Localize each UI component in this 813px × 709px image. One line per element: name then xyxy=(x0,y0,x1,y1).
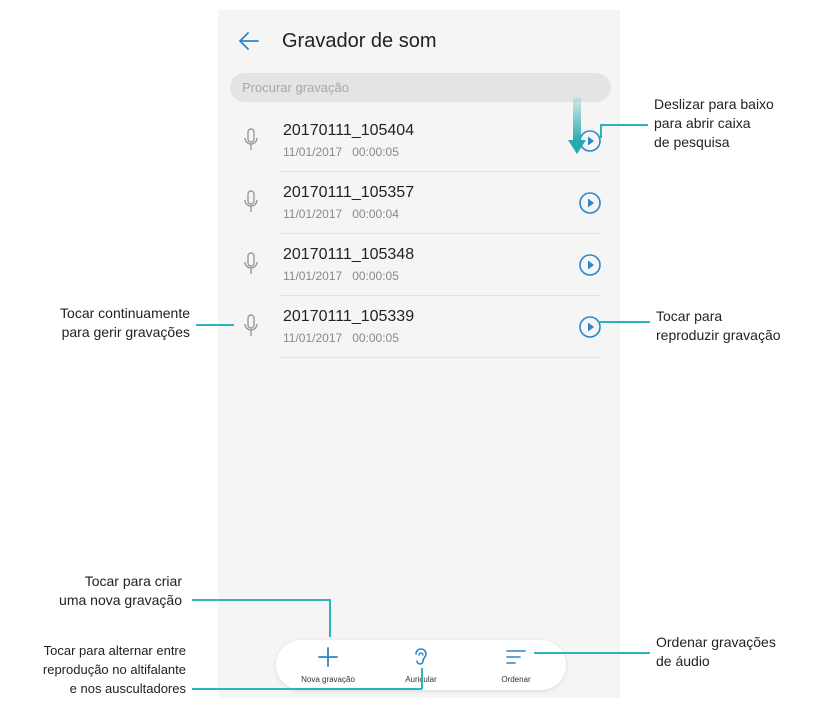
callout-line-text: para abrir caixa xyxy=(654,115,751,131)
plus-icon xyxy=(318,647,338,667)
page-title: Gravador de som xyxy=(282,30,437,52)
callout-line xyxy=(196,324,234,326)
back-arrow-icon[interactable] xyxy=(236,28,262,54)
microphone-icon xyxy=(244,128,258,150)
microphone-icon xyxy=(244,252,258,274)
callout-line xyxy=(329,599,331,637)
recording-date: 11/01/2017 xyxy=(283,331,343,345)
sort-icon xyxy=(506,650,526,664)
recording-meta: 11/01/2017 00:00:05 xyxy=(283,145,399,159)
callout-line-text: reprodução no altifalante xyxy=(42,662,186,677)
recording-meta: 11/01/2017 00:00:05 xyxy=(283,269,399,283)
callout-line xyxy=(598,321,650,323)
recording-meta: 11/01/2017 00:00:04 xyxy=(283,207,399,221)
callout-new-recording: Tocar para criar uma nova gravação xyxy=(0,572,182,610)
callout-line xyxy=(600,124,602,138)
callout-line-text: uma nova gravação xyxy=(59,592,182,608)
search-input[interactable] xyxy=(230,73,582,102)
list-item[interactable]: 20170111_105357 11/01/2017 00:00:04 xyxy=(218,172,620,234)
callout-line-text: Tocar continuamente xyxy=(60,305,190,321)
callout-line-text: para gerir gravações xyxy=(61,324,190,340)
app-header: Gravador de som xyxy=(218,10,620,72)
callout-line-text: Deslizar para baixo xyxy=(654,96,774,112)
new-recording-label: Nova gravação xyxy=(301,675,355,684)
callout-swipe-search: Deslizar para baixo para abrir caixa de … xyxy=(654,95,774,152)
recording-duration: 00:00:05 xyxy=(352,145,399,159)
recording-name: 20170111_105339 xyxy=(283,308,415,325)
list-item[interactable]: 20170111_105339 11/01/2017 00:00:05 xyxy=(218,296,620,358)
sort-button[interactable]: Ordenar xyxy=(476,640,556,690)
recording-date: 11/01/2017 xyxy=(283,207,343,221)
new-recording-button[interactable]: Nova gravação xyxy=(288,640,368,690)
callout-line-text: de pesquisa xyxy=(654,134,730,150)
callout-sort: Ordenar gravações de áudio xyxy=(656,633,776,671)
microphone-icon xyxy=(244,314,258,336)
callout-line xyxy=(421,668,423,689)
callout-line-text: de áudio xyxy=(656,653,710,669)
callout-line xyxy=(600,124,648,126)
callout-line-text: Tocar para xyxy=(656,308,723,324)
callout-toggle-audio: Tocar para alternar entre reprodução no … xyxy=(0,641,186,698)
recording-meta: 11/01/2017 00:00:05 xyxy=(283,331,399,345)
recording-duration: 00:00:05 xyxy=(352,331,399,345)
list-item[interactable]: 20170111_105348 11/01/2017 00:00:05 xyxy=(218,234,620,296)
play-icon[interactable] xyxy=(578,191,602,215)
recording-date: 11/01/2017 xyxy=(283,269,343,283)
callout-line-text: reproduzir gravação xyxy=(656,327,781,343)
sort-label: Ordenar xyxy=(501,675,531,684)
ear-icon xyxy=(415,648,427,665)
divider xyxy=(280,357,600,358)
recording-date: 11/01/2017 xyxy=(283,145,343,159)
callout-line xyxy=(534,652,650,654)
callout-line-text: Ordenar gravações xyxy=(656,634,776,650)
callout-line xyxy=(192,599,330,601)
callout-long-press: Tocar continuamente para gerir gravações xyxy=(0,304,190,342)
callout-play: Tocar para reproduzir gravação xyxy=(656,307,781,345)
swipe-down-arrow-icon xyxy=(568,98,586,154)
list-item[interactable]: 20170111_105404 11/01/2017 00:00:05 xyxy=(218,110,620,172)
recording-name: 20170111_105348 xyxy=(283,246,415,263)
recording-name: 20170111_105404 xyxy=(283,122,415,139)
callout-line-text: Tocar para criar xyxy=(84,573,182,589)
recording-duration: 00:00:04 xyxy=(352,207,399,221)
phone-screen: Gravador de som 20170111_105404 11/01/20… xyxy=(218,10,620,698)
play-icon[interactable] xyxy=(578,253,602,277)
callout-line-text: Tocar para alternar entre xyxy=(43,643,186,658)
callout-line-text: e nos auscultadores xyxy=(69,681,186,696)
microphone-icon xyxy=(244,190,258,212)
search-box[interactable] xyxy=(230,73,611,102)
play-icon[interactable] xyxy=(578,315,602,339)
callout-line xyxy=(192,688,422,690)
recording-name: 20170111_105357 xyxy=(283,184,415,201)
recording-duration: 00:00:05 xyxy=(352,269,399,283)
